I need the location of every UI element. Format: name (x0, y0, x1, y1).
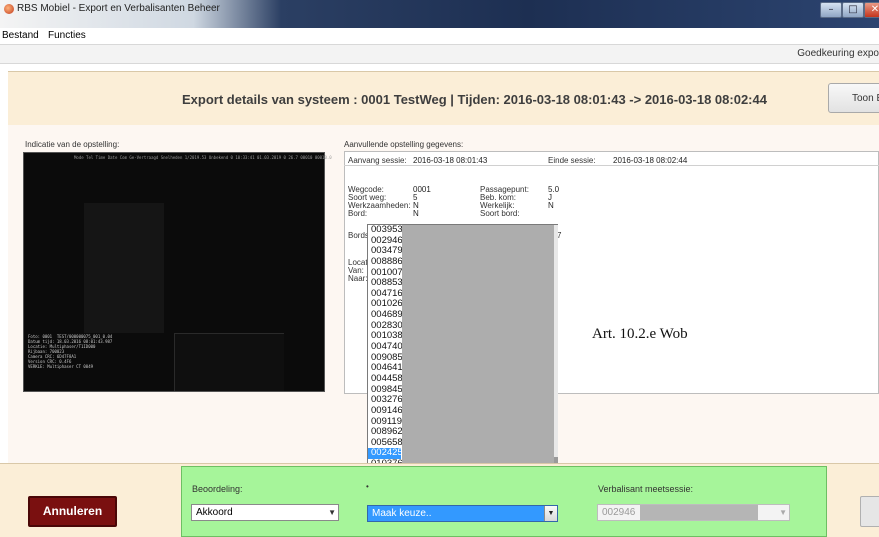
bord-value: N (413, 209, 419, 218)
menu-functies[interactable]: Functies (48, 30, 86, 41)
image-region (174, 333, 284, 391)
opstelling-label: Indicatie van de opstelling: (25, 140, 120, 149)
aanvang-value: 2016-03-18 08:01:43 (413, 156, 488, 165)
image-region (84, 203, 164, 333)
soortbord-label: Soort bord: (480, 209, 520, 218)
menu-bar: Bestand Functies (0, 28, 879, 44)
beoordeling-value: Akkoord (196, 507, 233, 518)
keuze-value: Maak keuze.. (372, 508, 432, 519)
chevron-down-icon[interactable]: ▼ (544, 506, 557, 521)
list-item[interactable]: 009146 (368, 405, 403, 417)
status-strip: Goedkeuring expo (0, 44, 879, 64)
list-item[interactable]: 004458 (368, 373, 403, 385)
confirm-button[interactable] (860, 496, 879, 527)
beoordeling-select[interactable]: Akkoord ▼ (191, 504, 339, 521)
dropdown-items: 003953 002946 003479 008886 001007 008853 0047… (368, 224, 403, 491)
chevron-down-icon: ▼ (779, 508, 787, 517)
redacted-area (640, 505, 758, 520)
werkelijk-value: N (548, 201, 554, 210)
verbalisant-select[interactable]: 002946 ▼ (597, 504, 790, 521)
list-item[interactable]: 008886 (368, 256, 403, 268)
toon-button[interactable]: Toon E (828, 83, 879, 113)
aanvang-label: Aanvang sessie: (348, 156, 407, 165)
close-button[interactable]: ✕ (864, 2, 879, 18)
redaction-note: Art. 10.2.e Wob (592, 326, 688, 342)
goedkeuring-tab[interactable]: Goedkeuring expo (797, 48, 879, 59)
app-icon (4, 4, 14, 14)
camera-image: Mode Tel Time Date Com Ge-Vertraagd Snel… (23, 152, 332, 392)
verbalisant-value: 002946 (602, 507, 636, 518)
page-title: Export details van systeem : 0001 TestWe… (182, 92, 767, 107)
cancel-button[interactable]: Annuleren (28, 496, 117, 527)
beoordeling-label: Beoordeling: (192, 484, 243, 494)
redacted-area (402, 225, 558, 503)
image-header-text: Mode Tel Time Date Com Ge-Vertraagd Snel… (74, 155, 332, 160)
bord-label: Bord: (348, 209, 368, 218)
menu-bestand[interactable]: Bestand (2, 30, 39, 41)
title-bar: RBS Mobiel - Export en Verbalisanten Beh… (0, 0, 879, 30)
einde-value: 2016-03-18 08:02:44 (613, 156, 688, 165)
keuze-select[interactable]: Maak keuze.. ▼ (367, 505, 558, 522)
verbalisant-dropdown-list[interactable]: 003953 002946 003479 008886 001007 008853 0047… (367, 224, 558, 504)
maximize-button[interactable]: □ (842, 2, 864, 18)
chevron-down-icon: ▼ (328, 508, 336, 517)
beoordeling-panel (181, 466, 827, 537)
image-info-text: Foto: 0001 TEST/000000075_001_0.04 Datum… (28, 334, 113, 369)
export-header: Export details van systeem : 0001 TestWe… (8, 71, 879, 125)
naar-label: Naar: (348, 274, 368, 283)
window-title: RBS Mobiel - Export en Verbalisanten Beh… (17, 3, 220, 14)
einde-label: Einde sessie: (548, 156, 596, 165)
list-dot: • (366, 482, 369, 491)
details-label: Aanvullende opstelling gegevens: (344, 140, 464, 149)
minimize-button[interactable]: – (820, 2, 842, 18)
verbalisant-label: Verbalisant meetsessie: (598, 484, 694, 494)
